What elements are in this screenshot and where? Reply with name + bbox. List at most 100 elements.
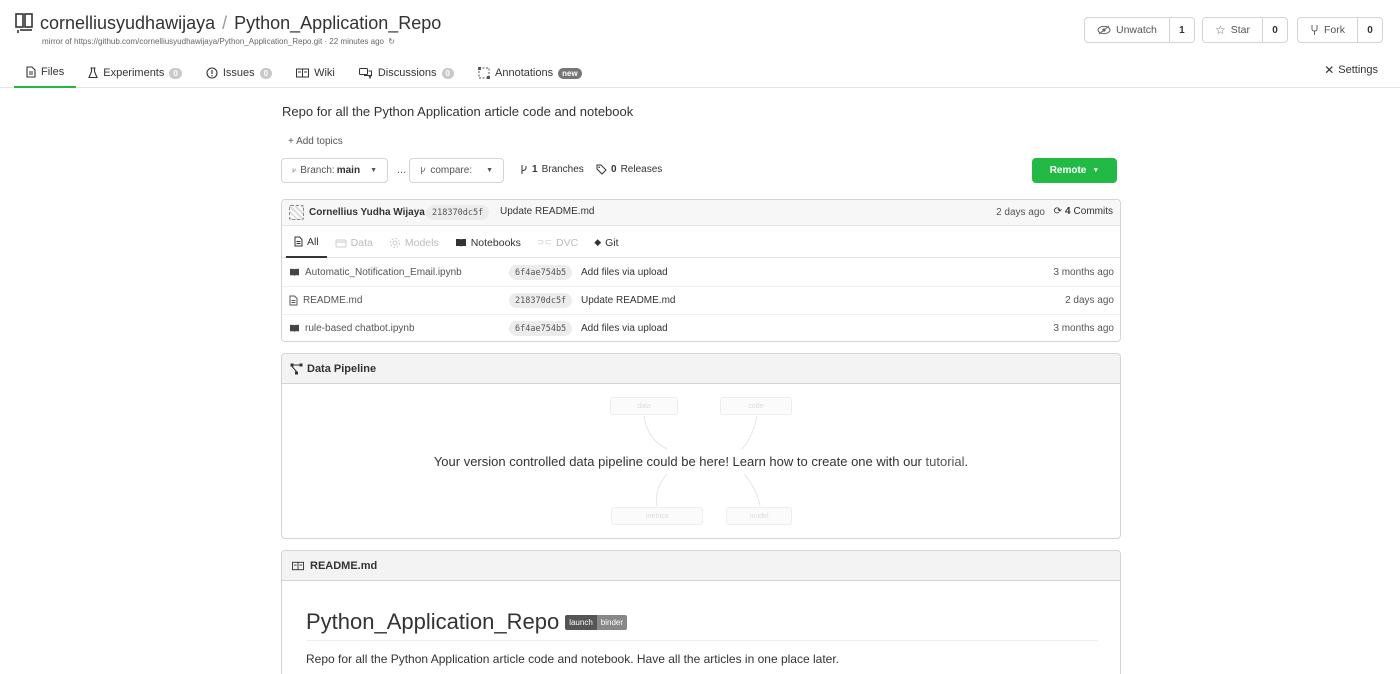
file-name-link[interactable]: Automatic_Notification_Email.ipynb (289, 267, 462, 278)
tab-files-label: Files (41, 66, 65, 78)
fork-count[interactable]: 0 (1358, 18, 1382, 42)
commit-author-link[interactable]: Cornellius Yudha Wijaya (309, 207, 425, 218)
file-row[interactable]: Automatic_Notification_Email.ipynb 6f4ae… (282, 259, 1120, 287)
avatar[interactable] (289, 205, 304, 220)
filter-tab-models[interactable]: Models (381, 227, 447, 258)
filter-tab-all-label: All (307, 235, 319, 248)
wiki-icon (296, 68, 310, 78)
filter-tab-dvc[interactable]: ⊃⊂ DVC (529, 227, 586, 258)
sync-icon[interactable]: ↻ (388, 37, 395, 46)
releases-link[interactable]: 0 Releases (596, 164, 662, 175)
tab-issues[interactable]: Issues 0 (194, 58, 284, 88)
file-filter-tabs: All Data Models Notebooks ⊃⊂ DVC ◆ Git (282, 227, 1120, 258)
tab-files[interactable]: Files (14, 58, 77, 88)
tab-wiki-label: Wiki (314, 67, 335, 79)
readme-title: Python_Application_Repo launch binder (306, 609, 628, 635)
tab-wiki[interactable]: Wiki (284, 58, 347, 88)
watch-button-group: Unwatch 1 (1084, 17, 1195, 43)
remote-label: Remote (1049, 165, 1087, 176)
unwatch-label: Unwatch (1116, 24, 1157, 36)
tutorial-link[interactable]: tutorial (926, 454, 965, 469)
tab-annotations[interactable]: Annotations new (466, 58, 594, 88)
caret-down-icon: ▼ (486, 167, 493, 174)
watch-count[interactable]: 1 (1170, 18, 1194, 42)
file-row[interactable]: rule-based chatbot.ipynb 6f4ae754b5 Add … (282, 315, 1120, 343)
star-icon: ☆ (1215, 23, 1226, 37)
file-row[interactable]: README.md 218370dc5f Update README.md 2 … (282, 287, 1120, 315)
star-count[interactable]: 0 (1263, 18, 1287, 42)
file-commit-sha[interactable]: 6f4ae754b5 (509, 321, 573, 336)
filter-tab-data-label: Data (350, 236, 373, 249)
file-commit-message[interactable]: Update README.md (581, 295, 675, 306)
compare-dropdown[interactable]: compare: ▼ (409, 158, 504, 183)
launch-binder-badge[interactable]: launch binder (565, 614, 628, 630)
annotations-icon (478, 67, 490, 79)
commits-link[interactable]: ⟳ 4 Commits (1054, 206, 1113, 217)
fork-button[interactable]: Fork (1298, 18, 1358, 42)
notebook-icon (290, 268, 299, 277)
readme-paragraph: Repo for all the Python Application arti… (306, 652, 839, 666)
file-name-link[interactable]: README.md (289, 295, 362, 306)
wrench-icon: ✕ (1324, 63, 1335, 77)
fork-icon (1311, 25, 1318, 35)
models-icon (389, 237, 400, 248)
filter-tab-data[interactable]: Data (327, 227, 381, 258)
files-panel: Cornellius Yudha Wijaya 218370dc5f Updat… (281, 199, 1121, 342)
pipeline-ghost-node: code (720, 397, 792, 415)
discussions-icon (358, 67, 372, 79)
branch-icon (521, 165, 527, 174)
repo-title: cornelliusyudhawijaya / Python_Application… (40, 13, 441, 34)
binder-badge-left: launch (565, 614, 597, 630)
commit-message-link[interactable]: Update README.md (500, 206, 594, 217)
file-commit-message[interactable]: Add files via upload (581, 323, 668, 334)
repo-name-link[interactable]: Python_Application_Repo (234, 13, 441, 33)
branch-label: Branch: (300, 165, 335, 176)
file-icon (26, 66, 36, 78)
commits-count: 4 (1064, 206, 1071, 217)
document-icon (294, 236, 303, 247)
tab-discussions[interactable]: Discussions 0 (347, 58, 466, 88)
branch-dropdown[interactable]: Branch: main ▼ (281, 158, 388, 183)
repo-icon (15, 13, 33, 33)
filter-tab-notebooks[interactable]: Notebooks (447, 227, 529, 258)
readme-panel: README.md Python_Application_Repo launch… (281, 550, 1121, 674)
settings-link[interactable]: ✕ Settings (1324, 63, 1378, 77)
commit-sha-badge[interactable]: 218370dc5f (426, 205, 490, 220)
readme-header: README.md (282, 551, 1120, 581)
readme-title-text: Python_Application_Repo (306, 609, 560, 634)
repo-tabs: Files Experiments 0 Issues 0 Wiki Discus… (14, 58, 594, 88)
filter-tab-git-label: Git (605, 236, 619, 249)
branches-link[interactable]: 1 Branches (520, 164, 584, 175)
fork-button-group: Fork 0 (1297, 17, 1383, 43)
issue-icon (206, 67, 218, 79)
star-button[interactable]: ☆ Star (1203, 18, 1264, 42)
discussions-count-badge: 0 (441, 67, 454, 79)
file-name-link[interactable]: rule-based chatbot.ipynb (289, 323, 415, 334)
releases-label: Releases (620, 164, 663, 175)
last-commit-bar: Cornellius Yudha Wijaya 218370dc5f Updat… (282, 200, 1120, 226)
add-topics-link[interactable]: + Add topics (288, 136, 343, 147)
file-name: Automatic_Notification_Email.ipynb (305, 267, 462, 278)
tab-issues-label: Issues (222, 67, 255, 79)
mirror-url-link[interactable]: https://github.com/cornelliusyudhawijaya… (74, 37, 322, 46)
filter-tab-all[interactable]: All (286, 227, 327, 258)
file-commit-message[interactable]: Add files via upload (581, 267, 668, 278)
issues-count-badge: 0 (259, 67, 273, 79)
remote-button[interactable]: Remote ▼ (1032, 158, 1117, 183)
unwatch-button[interactable]: Unwatch (1085, 18, 1170, 42)
file-commit-sha[interactable]: 218370dc5f (509, 293, 573, 308)
repo-owner-link[interactable]: cornelliusyudhawijaya (40, 13, 215, 33)
filter-tab-git[interactable]: ◆ Git (586, 227, 626, 258)
tab-discussions-label: Discussions (377, 67, 437, 79)
caret-down-icon: ▼ (1092, 167, 1100, 174)
star-button-group: ☆ Star 0 (1202, 17, 1289, 43)
file-name: rule-based chatbot.ipynb (305, 323, 415, 334)
tab-experiments[interactable]: Experiments 0 (76, 58, 194, 88)
annotations-new-badge: new (558, 67, 582, 79)
git-icon: ◆ (594, 237, 602, 247)
settings-label: Settings (1338, 64, 1378, 76)
star-label: Star (1230, 24, 1251, 36)
readme-divider (306, 640, 1098, 641)
binder-badge-right: binder (596, 614, 628, 630)
file-commit-sha[interactable]: 6f4ae754b5 (509, 265, 573, 280)
